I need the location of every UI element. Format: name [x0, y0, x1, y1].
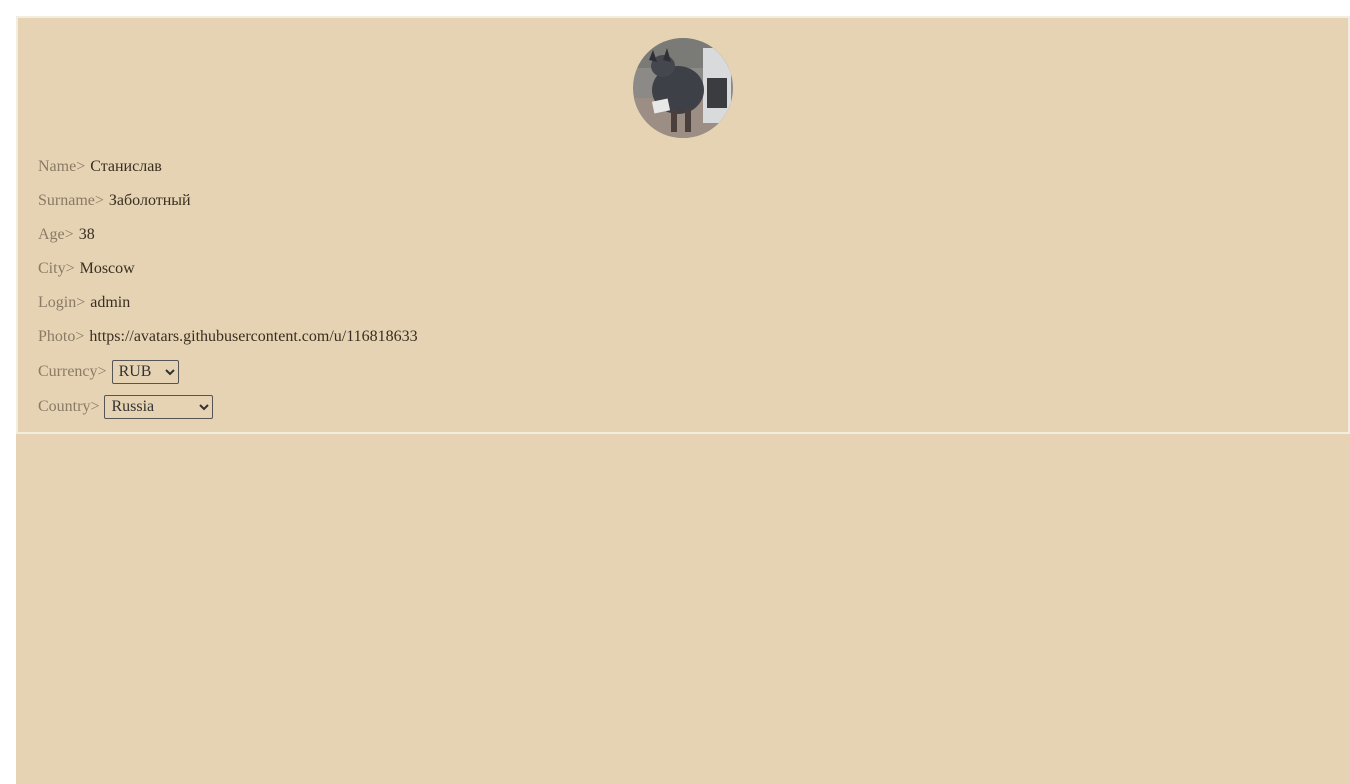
page-background: Name> Станислав Surname> Заболотный Age>… — [16, 16, 1350, 784]
currency-select[interactable]: RUB — [111, 359, 179, 384]
profile-fields: Name> Станислав Surname> Заболотный Age>… — [38, 150, 418, 424]
age-label: Age> — [38, 226, 74, 243]
avatar-photo-icon — [633, 38, 733, 138]
login-row: Login> admin — [38, 286, 418, 320]
age-value: 38 — [78, 226, 95, 243]
country-row: Country> Russia — [38, 389, 418, 424]
country-label: Country> — [38, 397, 100, 415]
name-row: Name> Станислав — [38, 150, 418, 184]
city-label: City> — [38, 260, 75, 277]
currency-label: Currency> — [38, 362, 107, 380]
avatar — [633, 38, 733, 138]
surname-value: Заболотный — [108, 192, 191, 209]
name-label: Name> — [38, 158, 86, 175]
profile-card: Name> Станислав Surname> Заболотный Age>… — [16, 16, 1350, 434]
photo-label: Photo> — [38, 328, 85, 345]
surname-label: Surname> — [38, 192, 104, 209]
photo-value: https://avatars.githubusercontent.com/u/… — [89, 328, 418, 345]
currency-row: Currency> RUB — [38, 354, 418, 389]
name-value: Станислав — [90, 158, 162, 175]
city-value: Moscow — [79, 260, 135, 277]
surname-row: Surname> Заболотный — [38, 184, 418, 218]
photo-row: Photo> https://avatars.githubusercontent… — [38, 320, 418, 354]
country-select[interactable]: Russia — [104, 394, 214, 419]
login-value: admin — [90, 294, 131, 311]
login-label: Login> — [38, 294, 86, 311]
city-row: City> Moscow — [38, 252, 418, 286]
age-row: Age> 38 — [38, 218, 418, 252]
